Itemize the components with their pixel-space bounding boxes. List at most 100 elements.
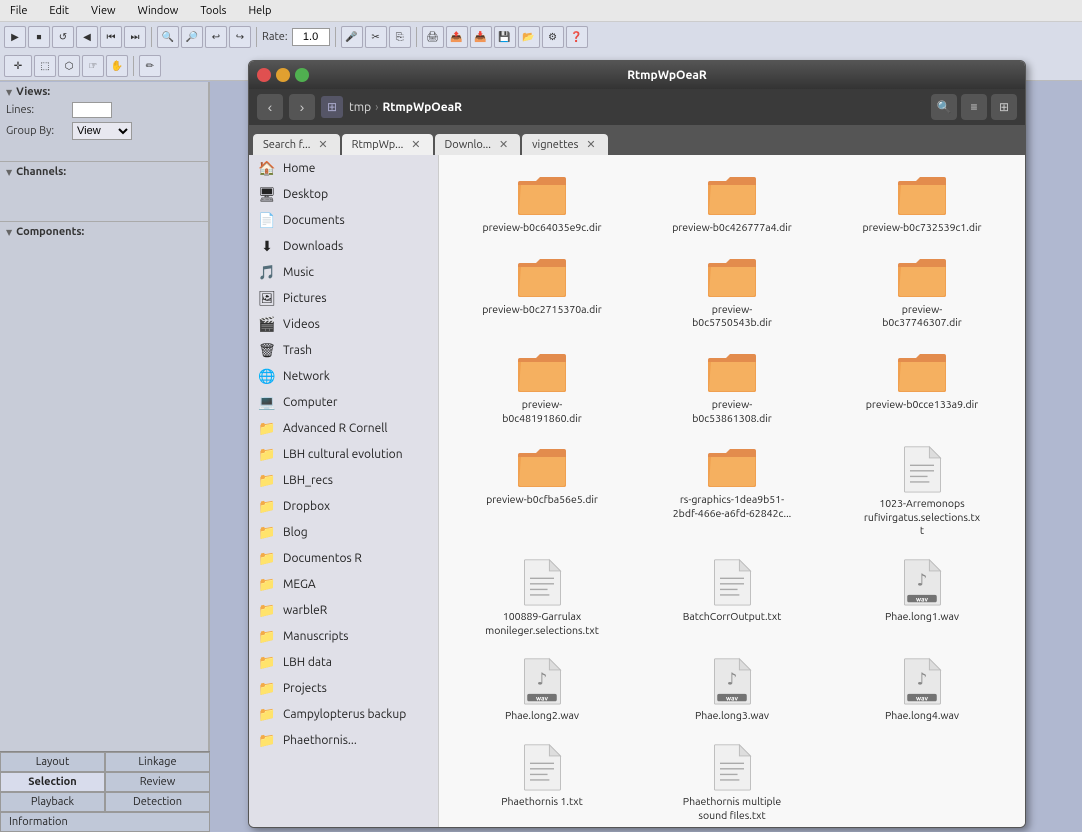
sidebar-item-videos[interactable]: 🎬Videos xyxy=(249,311,438,337)
fm-tab-downloads-close[interactable]: ✕ xyxy=(497,138,510,151)
fm-tab-vignettes-close[interactable]: ✕ xyxy=(584,138,597,151)
file-item[interactable]: Phaethornis 1.txt xyxy=(449,735,635,827)
import-button[interactable]: 📥 xyxy=(470,26,492,48)
file-item[interactable]: wav ♪ Phae.long1.wav xyxy=(829,550,1015,645)
file-item[interactable]: preview-b0c732539c1.dir xyxy=(829,165,1015,243)
sidebar-item-manuscripts[interactable]: 📁Manuscripts xyxy=(249,623,438,649)
sidebar-item-lbh_recs[interactable]: 📁LBH_recs xyxy=(249,467,438,493)
sidebar-item-network[interactable]: 🌐Network xyxy=(249,363,438,389)
fm-forward-button[interactable]: › xyxy=(289,94,315,120)
sidebar-item-home[interactable]: 🏠Home xyxy=(249,155,438,181)
fm-grid-view-button[interactable]: ⊞ xyxy=(991,94,1017,120)
stop-button[interactable]: ⏹ xyxy=(28,26,50,48)
sidebar-item-downloads[interactable]: ⬇Downloads xyxy=(249,233,438,259)
file-item[interactable]: 1023-Arremonops rufivirgatus.selections.… xyxy=(829,437,1015,546)
file-item[interactable]: preview-b0c2715370a.dir xyxy=(449,247,635,338)
file-item[interactable]: rs-graphics-1dea9b51-2bdf-466e-a6fd-6284… xyxy=(639,437,825,546)
file-item[interactable]: 100889-Garrulax monileger.selections.txt xyxy=(449,550,635,645)
file-item[interactable]: wav ♪ Phae.long3.wav xyxy=(639,649,825,731)
sidebar-item-documents[interactable]: 📄Documents xyxy=(249,207,438,233)
fm-back-button[interactable]: ‹ xyxy=(257,94,283,120)
sidebar-item-pictures[interactable]: 🖼Pictures xyxy=(249,285,438,311)
sidebar-item-computer[interactable]: 💻Computer xyxy=(249,389,438,415)
tab-layout[interactable]: Layout xyxy=(0,752,105,772)
fm-search-button[interactable]: 🔍 xyxy=(931,94,957,120)
menu-edit[interactable]: Edit xyxy=(43,3,75,19)
window-maximize-button[interactable] xyxy=(295,68,309,82)
menu-window[interactable]: Window xyxy=(132,3,185,19)
group-by-select[interactable]: View xyxy=(72,122,132,140)
file-item[interactable]: Phaethornis multiple sound files.txt xyxy=(639,735,825,827)
settings-button[interactable]: ⚙ xyxy=(542,26,564,48)
sidebar-item-lbh-cultural-evolution[interactable]: 📁LBH cultural evolution xyxy=(249,441,438,467)
fm-tab-search-close[interactable]: ✕ xyxy=(316,138,329,151)
file-item[interactable]: preview-b0c64035e9c.dir xyxy=(449,165,635,243)
sidebar-item-warbler[interactable]: 📁warbleR xyxy=(249,597,438,623)
file-item[interactable]: preview-b0c53861308.dir xyxy=(639,342,825,433)
menu-view[interactable]: View xyxy=(85,3,122,19)
open-button[interactable]: 📂 xyxy=(518,26,540,48)
sidebar-item-lbh-data[interactable]: 📁LBH data xyxy=(249,649,438,675)
back-button[interactable]: ◀ xyxy=(76,26,98,48)
hand-button[interactable]: ☞ xyxy=(82,55,104,77)
file-item[interactable]: preview-b0cce133a9.dir xyxy=(829,342,1015,433)
menu-file[interactable]: File xyxy=(4,3,33,19)
fm-tab-rtmp[interactable]: RtmpWp... ✕ xyxy=(342,134,433,155)
copy-button[interactable]: ⎘ xyxy=(389,26,411,48)
select-button[interactable]: ✛ xyxy=(4,55,32,77)
rect-select-button[interactable]: ⬚ xyxy=(34,55,56,77)
sidebar-item-projects[interactable]: 📁Projects xyxy=(249,675,438,701)
undo-button[interactable]: ↩ xyxy=(205,26,227,48)
tab-detection[interactable]: Detection xyxy=(105,792,210,812)
loop-button[interactable]: ↺ xyxy=(52,26,74,48)
file-item[interactable]: preview-b0c48191860.dir xyxy=(449,342,635,433)
rate-input[interactable] xyxy=(292,28,330,46)
sidebar-item-desktop[interactable]: 🖥Desktop xyxy=(249,181,438,207)
file-item[interactable]: preview-b0cfba56e5.dir xyxy=(449,437,635,546)
lines-input[interactable] xyxy=(72,102,112,118)
sidebar-item-music[interactable]: 🎵Music xyxy=(249,259,438,285)
poly-select-button[interactable]: ⬡ xyxy=(58,55,80,77)
print-button[interactable]: 🖨 xyxy=(422,26,444,48)
sidebar-item-trash[interactable]: 🗑Trash xyxy=(249,337,438,363)
sidebar-item-documentos-r[interactable]: 📁Documentos R xyxy=(249,545,438,571)
sidebar-item-campylopterus-backup[interactable]: 📁Campylopterus backup xyxy=(249,701,438,727)
menu-tools[interactable]: Tools xyxy=(194,3,232,19)
sidebar-item-phaethornis...[interactable]: 📁Phaethornis... xyxy=(249,727,438,753)
window-close-button[interactable] xyxy=(257,68,271,82)
sidebar-item-blog[interactable]: 📁Blog xyxy=(249,519,438,545)
zoom-out-button[interactable]: 🔎 xyxy=(181,26,203,48)
prev-button[interactable]: ⏮ xyxy=(100,26,122,48)
help-button[interactable]: ❓ xyxy=(566,26,588,48)
file-item[interactable]: wav ♪ Phae.long2.wav xyxy=(449,649,635,731)
brush-button[interactable]: ✏ xyxy=(139,55,161,77)
menu-help[interactable]: Help xyxy=(242,3,277,19)
play-button[interactable]: ▶ xyxy=(4,26,26,48)
fm-list-view-button[interactable]: ≡ xyxy=(961,94,987,120)
save-button[interactable]: 💾 xyxy=(494,26,516,48)
tab-information[interactable]: Information xyxy=(0,812,210,832)
next-button[interactable]: ⏭ xyxy=(124,26,146,48)
file-item[interactable]: preview-b0c426777a4.dir xyxy=(639,165,825,243)
file-item[interactable]: wav ♪ Phae.long4.wav xyxy=(829,649,1015,731)
fm-tab-downloads[interactable]: Downlo... ✕ xyxy=(435,134,521,155)
scissors-button[interactable]: ✂ xyxy=(365,26,387,48)
fm-tab-vignettes[interactable]: vignettes ✕ xyxy=(522,134,607,155)
file-item[interactable]: preview-b0c5750543b.dir xyxy=(639,247,825,338)
tab-review[interactable]: Review xyxy=(105,772,210,792)
fm-tab-search[interactable]: Search f... ✕ xyxy=(253,134,340,155)
mic-button[interactable]: 🎤 xyxy=(341,26,363,48)
pan-button[interactable]: ✋ xyxy=(106,55,128,77)
tab-linkage[interactable]: Linkage xyxy=(105,752,210,772)
sidebar-item-mega[interactable]: 📁MEGA xyxy=(249,571,438,597)
zoom-in-button[interactable]: 🔍 xyxy=(157,26,179,48)
window-minimize-button[interactable] xyxy=(276,68,290,82)
redo-button[interactable]: ↪ xyxy=(229,26,251,48)
sidebar-item-advanced-r-cornell[interactable]: 📁Advanced R Cornell xyxy=(249,415,438,441)
file-item[interactable]: BatchCorrOutput.txt xyxy=(639,550,825,645)
tab-playback[interactable]: Playback xyxy=(0,792,105,812)
file-item[interactable]: preview-b0c37746307.dir xyxy=(829,247,1015,338)
fm-tab-rtmp-close[interactable]: ✕ xyxy=(409,138,422,151)
sidebar-item-dropbox[interactable]: 📁Dropbox xyxy=(249,493,438,519)
export-button[interactable]: 📤 xyxy=(446,26,468,48)
